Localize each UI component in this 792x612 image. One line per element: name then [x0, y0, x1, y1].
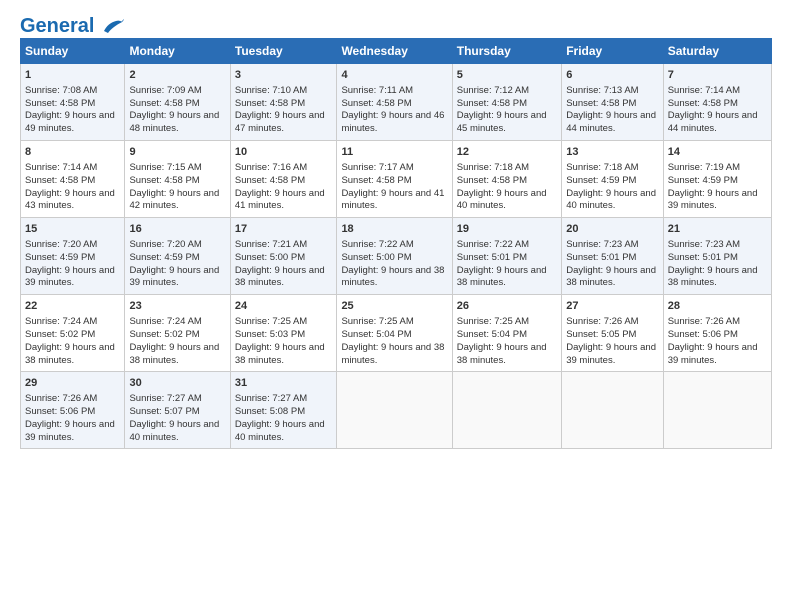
day-number: 22 [25, 299, 120, 314]
day-cell-1: 1Sunrise: 7:08 AMSunset: 4:58 PMDaylight… [21, 64, 125, 141]
day-cell-13: 13Sunrise: 7:18 AMSunset: 4:59 PMDayligh… [562, 141, 663, 218]
day-header-monday: Monday [125, 39, 230, 64]
day-cell-2: 2Sunrise: 7:09 AMSunset: 4:58 PMDaylight… [125, 64, 230, 141]
calendar-body: 1Sunrise: 7:08 AMSunset: 4:58 PMDaylight… [21, 64, 772, 449]
empty-cell [452, 372, 561, 449]
day-number: 8 [25, 145, 120, 160]
day-number: 23 [129, 299, 225, 314]
day-header-friday: Friday [562, 39, 663, 64]
day-number: 5 [457, 68, 557, 83]
day-cell-22: 22Sunrise: 7:24 AMSunset: 5:02 PMDayligh… [21, 295, 125, 372]
day-number: 18 [341, 222, 447, 237]
day-cell-24: 24Sunrise: 7:25 AMSunset: 5:03 PMDayligh… [230, 295, 337, 372]
day-number: 10 [235, 145, 333, 160]
day-cell-18: 18Sunrise: 7:22 AMSunset: 5:00 PMDayligh… [337, 218, 452, 295]
day-cell-8: 8Sunrise: 7:14 AMSunset: 4:58 PMDaylight… [21, 141, 125, 218]
day-number: 12 [457, 145, 557, 160]
empty-cell [663, 372, 771, 449]
day-cell-25: 25Sunrise: 7:25 AMSunset: 5:04 PMDayligh… [337, 295, 452, 372]
day-cell-7: 7Sunrise: 7:14 AMSunset: 4:58 PMDaylight… [663, 64, 771, 141]
day-cell-27: 27Sunrise: 7:26 AMSunset: 5:05 PMDayligh… [562, 295, 663, 372]
day-number: 7 [668, 68, 767, 83]
day-number: 14 [668, 145, 767, 160]
day-number: 4 [341, 68, 447, 83]
day-header-sunday: Sunday [21, 39, 125, 64]
day-number: 3 [235, 68, 333, 83]
day-cell-10: 10Sunrise: 7:16 AMSunset: 4:58 PMDayligh… [230, 141, 337, 218]
day-header-tuesday: Tuesday [230, 39, 337, 64]
day-cell-29: 29Sunrise: 7:26 AMSunset: 5:06 PMDayligh… [21, 372, 125, 449]
day-cell-16: 16Sunrise: 7:20 AMSunset: 4:59 PMDayligh… [125, 218, 230, 295]
day-number: 17 [235, 222, 333, 237]
day-number: 11 [341, 145, 447, 160]
day-number: 2 [129, 68, 225, 83]
day-cell-14: 14Sunrise: 7:19 AMSunset: 4:59 PMDayligh… [663, 141, 771, 218]
day-number: 30 [129, 376, 225, 391]
day-cell-28: 28Sunrise: 7:26 AMSunset: 5:06 PMDayligh… [663, 295, 771, 372]
day-number: 21 [668, 222, 767, 237]
day-cell-15: 15Sunrise: 7:20 AMSunset: 4:59 PMDayligh… [21, 218, 125, 295]
week-row-4: 22Sunrise: 7:24 AMSunset: 5:02 PMDayligh… [21, 295, 772, 372]
day-number: 25 [341, 299, 447, 314]
day-cell-4: 4Sunrise: 7:11 AMSunset: 4:58 PMDaylight… [337, 64, 452, 141]
day-number: 13 [566, 145, 658, 160]
day-cell-30: 30Sunrise: 7:27 AMSunset: 5:07 PMDayligh… [125, 372, 230, 449]
day-cell-17: 17Sunrise: 7:21 AMSunset: 5:00 PMDayligh… [230, 218, 337, 295]
day-number: 28 [668, 299, 767, 314]
day-number: 1 [25, 68, 120, 83]
day-cell-3: 3Sunrise: 7:10 AMSunset: 4:58 PMDaylight… [230, 64, 337, 141]
day-cell-20: 20Sunrise: 7:23 AMSunset: 5:01 PMDayligh… [562, 218, 663, 295]
day-cell-23: 23Sunrise: 7:24 AMSunset: 5:02 PMDayligh… [125, 295, 230, 372]
day-number: 15 [25, 222, 120, 237]
empty-cell [337, 372, 452, 449]
day-number: 27 [566, 299, 658, 314]
day-cell-19: 19Sunrise: 7:22 AMSunset: 5:01 PMDayligh… [452, 218, 561, 295]
day-number: 9 [129, 145, 225, 160]
day-cell-26: 26Sunrise: 7:25 AMSunset: 5:04 PMDayligh… [452, 295, 561, 372]
day-cell-31: 31Sunrise: 7:27 AMSunset: 5:08 PMDayligh… [230, 372, 337, 449]
day-cell-11: 11Sunrise: 7:17 AMSunset: 4:58 PMDayligh… [337, 141, 452, 218]
day-number: 24 [235, 299, 333, 314]
week-row-3: 15Sunrise: 7:20 AMSunset: 4:59 PMDayligh… [21, 218, 772, 295]
day-number: 20 [566, 222, 658, 237]
day-header-saturday: Saturday [663, 39, 771, 64]
week-row-5: 29Sunrise: 7:26 AMSunset: 5:06 PMDayligh… [21, 372, 772, 449]
day-cell-12: 12Sunrise: 7:18 AMSunset: 4:58 PMDayligh… [452, 141, 561, 218]
calendar-header: SundayMondayTuesdayWednesdayThursdayFrid… [21, 39, 772, 64]
day-cell-21: 21Sunrise: 7:23 AMSunset: 5:01 PMDayligh… [663, 218, 771, 295]
day-number: 29 [25, 376, 120, 391]
logo: General [20, 16, 124, 32]
day-cell-9: 9Sunrise: 7:15 AMSunset: 4:58 PMDaylight… [125, 141, 230, 218]
week-row-1: 1Sunrise: 7:08 AMSunset: 4:58 PMDaylight… [21, 64, 772, 141]
day-number: 19 [457, 222, 557, 237]
day-header-wednesday: Wednesday [337, 39, 452, 64]
calendar-table: SundayMondayTuesdayWednesdayThursdayFrid… [20, 38, 772, 449]
day-number: 26 [457, 299, 557, 314]
day-cell-6: 6Sunrise: 7:13 AMSunset: 4:58 PMDaylight… [562, 64, 663, 141]
day-cell-5: 5Sunrise: 7:12 AMSunset: 4:58 PMDaylight… [452, 64, 561, 141]
bird-icon [102, 19, 124, 35]
day-number: 16 [129, 222, 225, 237]
week-row-2: 8Sunrise: 7:14 AMSunset: 4:58 PMDaylight… [21, 141, 772, 218]
day-number: 31 [235, 376, 333, 391]
day-header-thursday: Thursday [452, 39, 561, 64]
day-number: 6 [566, 68, 658, 83]
empty-cell [562, 372, 663, 449]
